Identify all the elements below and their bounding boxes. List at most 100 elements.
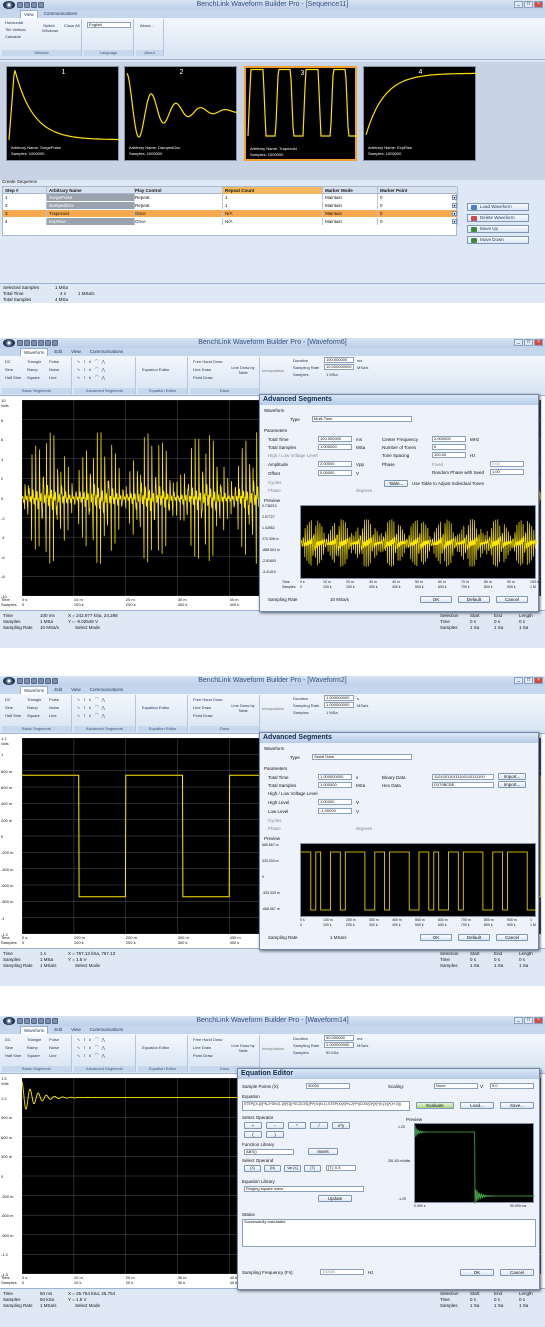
tab-communications[interactable]: Communications xyxy=(87,1026,127,1034)
close-button[interactable]: × xyxy=(534,1,543,8)
tab-waveform[interactable]: Waveform xyxy=(20,1026,49,1034)
basic-segment-dc-button[interactable]: DC xyxy=(5,1037,11,1042)
redo-icon[interactable] xyxy=(52,340,58,346)
save-button[interactable]: Save... xyxy=(500,1102,534,1109)
load-waveform-button[interactable]: Load Waveform xyxy=(467,203,529,211)
tile-vertical-button[interactable]: Tile Vertical xyxy=(5,27,26,32)
tab-view[interactable]: View xyxy=(68,348,84,356)
table-row[interactable]: 2DampedOscRepeat▾1▾Maintain0 xyxy=(3,202,458,209)
basic-segment-triangle-button[interactable]: Triangle xyxy=(27,1037,41,1042)
table-cell[interactable]: Maintain xyxy=(323,218,378,225)
basic-segment-noise-button[interactable]: Noise xyxy=(49,367,59,372)
function-select[interactable]: ABS() xyxy=(244,1149,294,1155)
table-cell[interactable]: 1 xyxy=(223,194,323,201)
open-icon[interactable] xyxy=(24,2,30,8)
basic-segment-dc-button[interactable]: DC xyxy=(5,359,11,364)
basic-segment-noise-button[interactable]: Noise xyxy=(49,1045,59,1050)
close-button[interactable]: × xyxy=(534,677,543,684)
equation-editor-button[interactable]: Equation Editor xyxy=(142,705,169,710)
maximize-button[interactable]: □ xyxy=(524,1017,533,1024)
minimize-button[interactable]: _ xyxy=(514,677,523,684)
language-select[interactable]: English xyxy=(87,22,131,28)
advanced-segment-icons[interactable]: ∿ ⌇ ∧ ⌒ ⋀ xyxy=(77,1053,106,1059)
operand-button[interactable]: [N] xyxy=(264,1165,281,1172)
operator-button[interactable]: ( xyxy=(244,1131,262,1138)
hex-import-button[interactable]: Import... xyxy=(498,781,526,788)
cascade-button[interactable]: Cascade xyxy=(5,34,21,39)
basic-segment-square-button[interactable]: Square xyxy=(27,375,40,380)
table-cell[interactable]: Repeat xyxy=(133,194,223,201)
tab-edit[interactable]: Edit xyxy=(51,686,65,694)
table-row[interactable]: 3TrapezoidOnce▾N/A▾Maintain0 xyxy=(3,210,458,217)
v-input[interactable]: 5.0 xyxy=(490,1083,534,1089)
redo-icon[interactable] xyxy=(52,1018,58,1024)
maximize-button[interactable]: □ xyxy=(524,1,533,8)
param-input[interactable]: 100.00 xyxy=(432,452,466,458)
sampling-rate-input[interactable]: 1.000000000 xyxy=(324,1042,354,1048)
about-button[interactable]: About... xyxy=(140,23,154,28)
basic-segment-ramp-button[interactable]: Ramp xyxy=(27,1045,38,1050)
basic-segment-noise-button[interactable]: Noise xyxy=(49,705,59,710)
tab-communications[interactable]: Communications xyxy=(87,686,127,694)
close-button[interactable]: × xyxy=(534,339,543,346)
table-cell[interactable]: Maintain xyxy=(323,210,378,217)
basic-segment-sine-button[interactable]: Sine xyxy=(5,705,13,710)
basic-segment-triangle-button[interactable]: Triangle xyxy=(27,697,41,702)
waveform-pane-2[interactable]: 2 Arbitrary Name: DampedOsc Samples: 10000… xyxy=(124,66,238,161)
tab-view[interactable]: View xyxy=(68,686,84,694)
evaluate-button[interactable]: Evaluate xyxy=(416,1102,454,1109)
tab-view[interactable]: View xyxy=(68,1026,84,1034)
sample-points-input[interactable]: 50000 xyxy=(306,1083,350,1089)
table-cell[interactable]: N/A xyxy=(223,218,323,225)
operator-button[interactable]: * xyxy=(288,1122,306,1129)
move-up-button[interactable]: Move Up xyxy=(467,225,529,233)
undo-icon[interactable] xyxy=(45,678,51,684)
close-all-button[interactable]: Close All xyxy=(64,23,80,28)
maximize-button[interactable]: □ xyxy=(524,677,533,684)
table-cell[interactable]: Maintain xyxy=(323,202,378,209)
new-icon[interactable] xyxy=(17,2,23,8)
draw-2-button[interactable]: Point Draw xyxy=(193,713,213,718)
tab-waveform[interactable]: Waveform xyxy=(20,686,49,694)
operator-button[interactable]: - xyxy=(266,1122,284,1129)
advanced-segment-icons[interactable]: ∿ ⌇ ∧ ⌒ ⋀ xyxy=(77,375,106,381)
ok-button[interactable]: OK xyxy=(420,934,452,941)
tab-edit[interactable]: Edit xyxy=(51,1026,65,1034)
basic-segment-ramp-button[interactable]: Ramp xyxy=(27,367,38,372)
operand-button[interactable]: [X] xyxy=(244,1165,261,1172)
basic-segment-pulse-button[interactable]: Pulse xyxy=(49,1037,59,1042)
duration-input[interactable]: 50.000000 xyxy=(324,1035,354,1041)
draw-2-button[interactable]: Point Draw xyxy=(193,1053,213,1058)
app-logo-icon[interactable] xyxy=(3,339,15,347)
app-logo-icon[interactable] xyxy=(3,1,15,9)
line-draw-table-button[interactable]: Line Draw by Table xyxy=(230,1043,256,1053)
advanced-segment-icons[interactable]: ∿ ⌇ ∧ ⌒ ⋀ xyxy=(77,367,106,373)
equation-editor-button[interactable]: Equation Editor xyxy=(142,1045,169,1050)
table-button[interactable]: Table... xyxy=(384,480,408,487)
draw-1-button[interactable]: Line Draw xyxy=(193,367,211,372)
type-select[interactable]: Multi-Tone xyxy=(312,416,412,422)
print-icon[interactable] xyxy=(38,1018,44,1024)
draw-1-button[interactable]: Line Draw xyxy=(193,1045,211,1050)
tab-communications[interactable]: Communications xyxy=(41,10,81,18)
line-draw-table-button[interactable]: Line Draw by Table xyxy=(230,365,256,375)
param-input[interactable]: 0.00000 xyxy=(318,470,352,476)
ok-button[interactable]: OK xyxy=(460,1269,494,1276)
advanced-segment-icons[interactable]: ∿ ⌇ ∧ ⌒ ⋀ xyxy=(77,359,106,365)
waveform-pane-1[interactable]: 1 Arbitrary Name: SurgePulse Samples: 1000… xyxy=(6,66,119,161)
sampling-rate-input[interactable]: 10.000000000 xyxy=(324,364,354,370)
table-cell[interactable]: 0 xyxy=(378,218,458,225)
insert-button[interactable]: Insert xyxy=(308,1148,338,1155)
open-icon[interactable] xyxy=(24,678,30,684)
save-icon[interactable] xyxy=(31,1018,37,1024)
param-input[interactable]: 2.000000 xyxy=(432,436,466,442)
advanced-segment-icons[interactable]: ∿ ⌇ ∧ ⌒ ⋀ xyxy=(77,713,106,719)
interpolation-select[interactable]: Interpolation xyxy=(262,706,284,711)
table-cell[interactable]: Maintain xyxy=(323,194,378,201)
basic-segment-pulse-button[interactable]: Pulse xyxy=(49,697,59,702)
default-button[interactable]: Default xyxy=(458,934,490,941)
hi-lo-checkbox[interactable]: High / Low Voltage Level xyxy=(268,791,318,796)
cancel-button[interactable]: Cancel xyxy=(496,596,528,603)
operator-button[interactable]: x^y xyxy=(332,1122,350,1129)
draw-2-button[interactable]: Point Draw xyxy=(193,375,213,380)
